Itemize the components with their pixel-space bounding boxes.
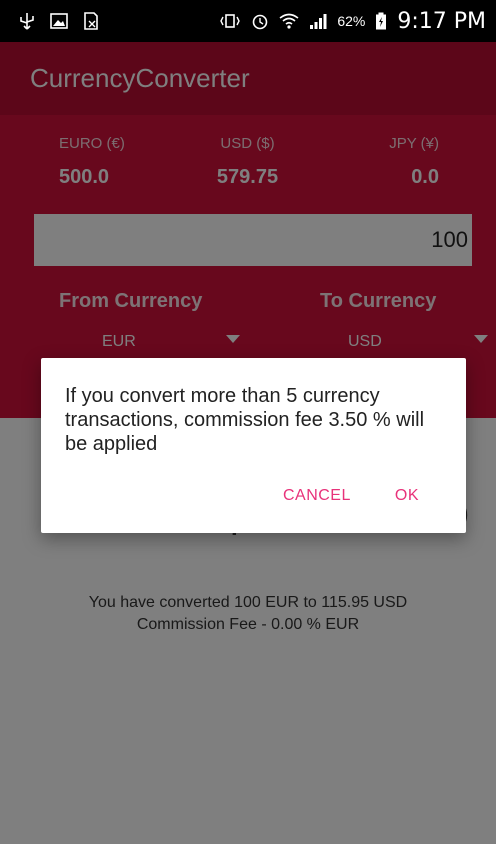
- alarm-icon: [251, 12, 269, 30]
- wifi-icon: [279, 12, 299, 30]
- image-icon: [50, 12, 68, 30]
- dialog-message: If you convert more than 5 currency tran…: [65, 385, 425, 455]
- dialog-actions: CANCEL OK: [283, 487, 419, 505]
- vibrate-icon: [219, 12, 241, 30]
- ok-button[interactable]: OK: [395, 487, 419, 505]
- status-time: 9:17 PM: [397, 8, 486, 34]
- battery-charging-icon: [375, 12, 387, 30]
- no-sim-icon: [82, 12, 100, 30]
- status-bar: 62% 9:17 PM: [0, 0, 496, 42]
- commission-dialog: If you convert more than 5 currency tran…: [41, 358, 466, 533]
- battery-percent: 62%: [337, 13, 366, 29]
- cancel-button[interactable]: CANCEL: [283, 487, 351, 505]
- signal-icon: [309, 12, 327, 30]
- usb-icon: [18, 12, 36, 30]
